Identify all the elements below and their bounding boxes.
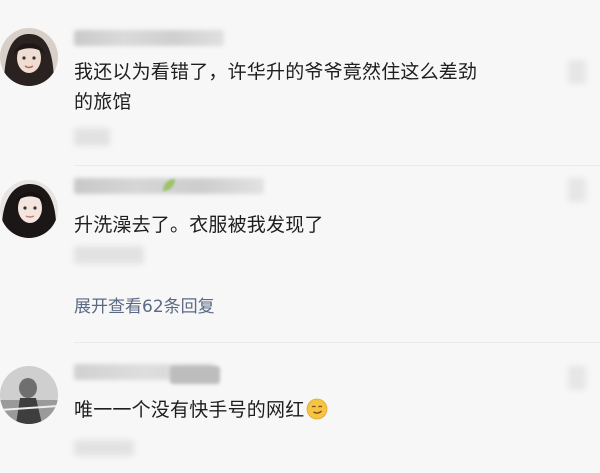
divider <box>74 165 600 166</box>
comment-text: 唯一一个没有快手号的网红 <box>74 395 328 425</box>
meta-blurred <box>74 246 144 264</box>
like-icon[interactable] <box>568 366 586 390</box>
badge-icon <box>160 176 178 194</box>
comment-text-line: 的旅馆 <box>74 91 132 113</box>
comment-text-line: 我还以为看错了，许华升的爷爷竟然住这么差劲 <box>74 61 478 83</box>
username-blurred[interactable] <box>74 30 224 46</box>
comment-text: 升洗澡去了。衣服被我发现了 <box>74 210 324 240</box>
smirk-emoji-icon <box>306 398 328 420</box>
user-avatar-icon <box>0 366 58 424</box>
meta-blurred <box>74 128 110 146</box>
comment-text-line: 升洗澡去了。衣服被我发现了 <box>74 214 324 236</box>
user-avatar-icon <box>0 180 58 238</box>
meta-blurred <box>170 366 220 384</box>
avatar[interactable] <box>0 366 58 424</box>
meta-blurred <box>74 440 134 456</box>
like-icon[interactable] <box>568 60 586 84</box>
comment-text: 我还以为看错了，许华升的爷爷竟然住这么差劲 的旅馆 <box>74 57 477 117</box>
divider <box>74 342 600 343</box>
avatar[interactable] <box>0 28 58 86</box>
user-avatar-icon <box>0 28 58 86</box>
like-icon[interactable] <box>568 178 586 202</box>
comment-text-line: 唯一一个没有快手号的网红 <box>74 395 328 425</box>
avatar[interactable] <box>0 180 58 238</box>
expand-replies-link[interactable]: 展开查看62条回复 <box>74 292 215 317</box>
